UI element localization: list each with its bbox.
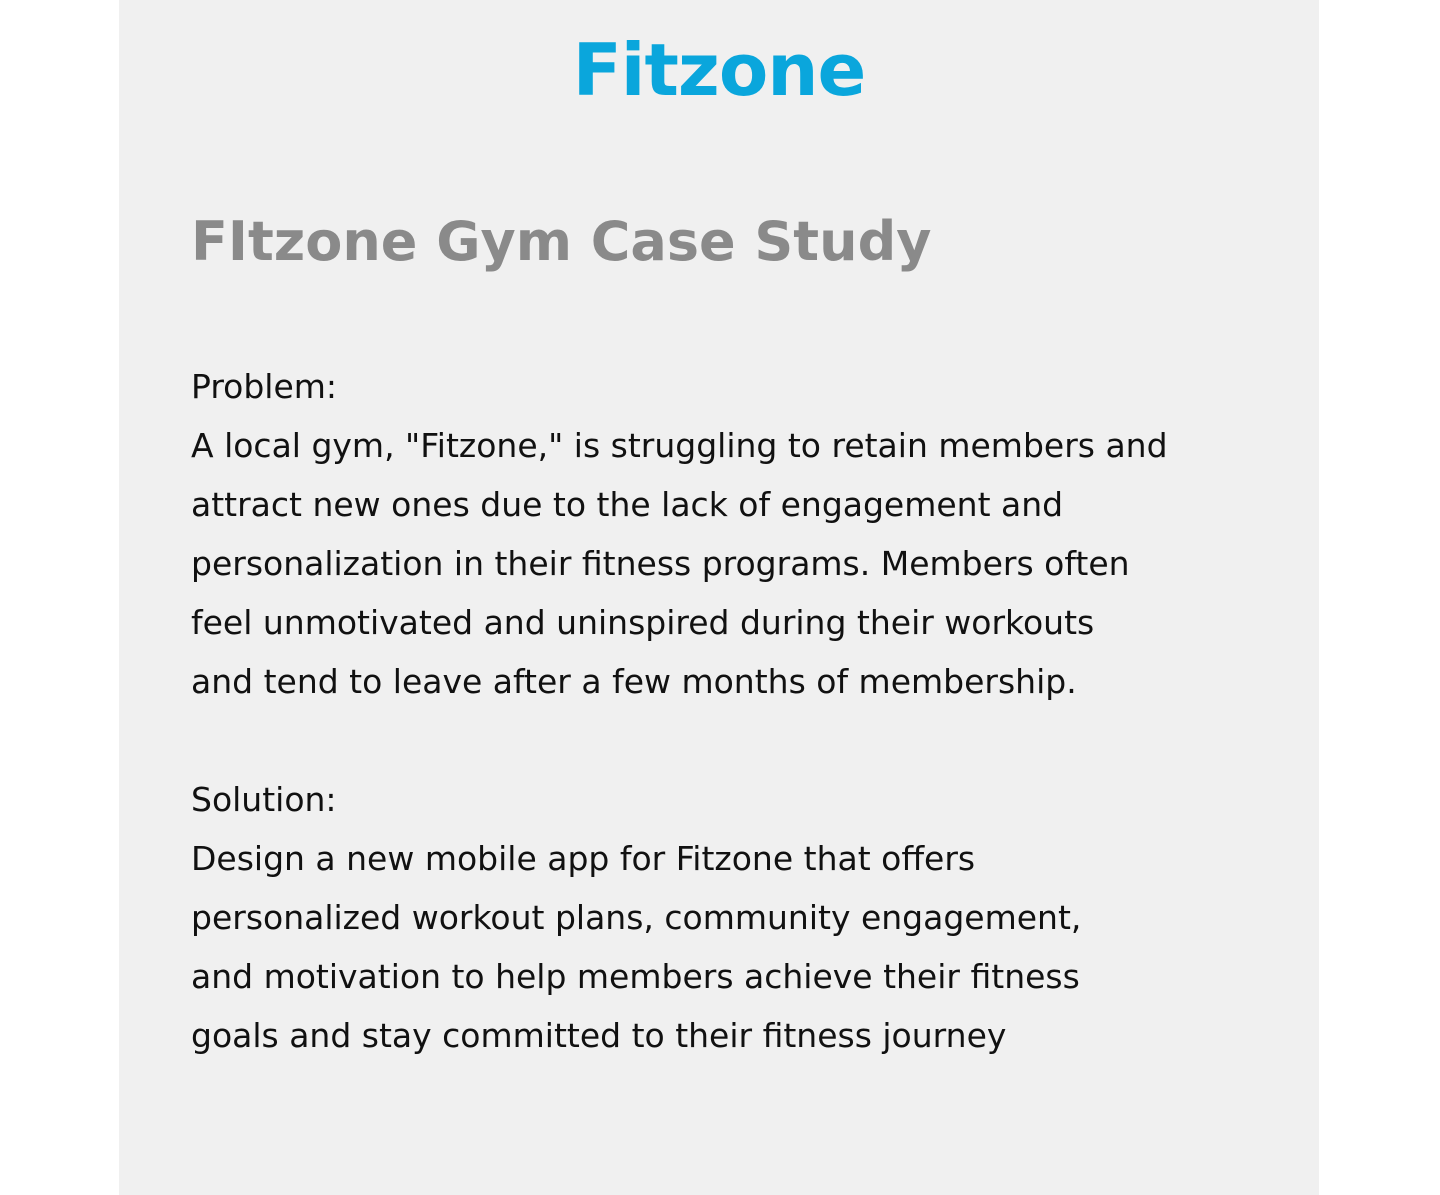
problem-section: Problem: A local gym, "Fitzone," is stru… — [191, 357, 1291, 711]
problem-text-line: personalization in their fitness program… — [191, 544, 1130, 583]
page-title: FItzone Gym Case Study — [191, 210, 932, 273]
problem-text-line: attract new ones due to the lack of enga… — [191, 485, 1064, 524]
problem-text-line: A local gym, "Fitzone," is struggling to… — [191, 426, 1168, 465]
solution-text-line: personalized workout plans, community en… — [191, 898, 1082, 937]
case-study-panel: Fitzone FItzone Gym Case Study Problem: … — [119, 0, 1319, 1195]
fitzone-logo: Fitzone — [572, 28, 867, 112]
solution-section: Solution: Design a new mobile app for Fi… — [191, 770, 1291, 1065]
solution-text-line: goals and stay committed to their fitnes… — [191, 1016, 1007, 1055]
problem-heading: Problem: — [191, 367, 338, 406]
solution-text-line: Design a new mobile app for Fitzone that… — [191, 839, 976, 878]
solution-heading: Solution: — [191, 780, 337, 819]
problem-text-line: feel unmotivated and uninspired during t… — [191, 603, 1095, 642]
solution-text-line: and motivation to help members achieve t… — [191, 957, 1080, 996]
problem-text-line: and tend to leave after a few months of … — [191, 662, 1077, 701]
